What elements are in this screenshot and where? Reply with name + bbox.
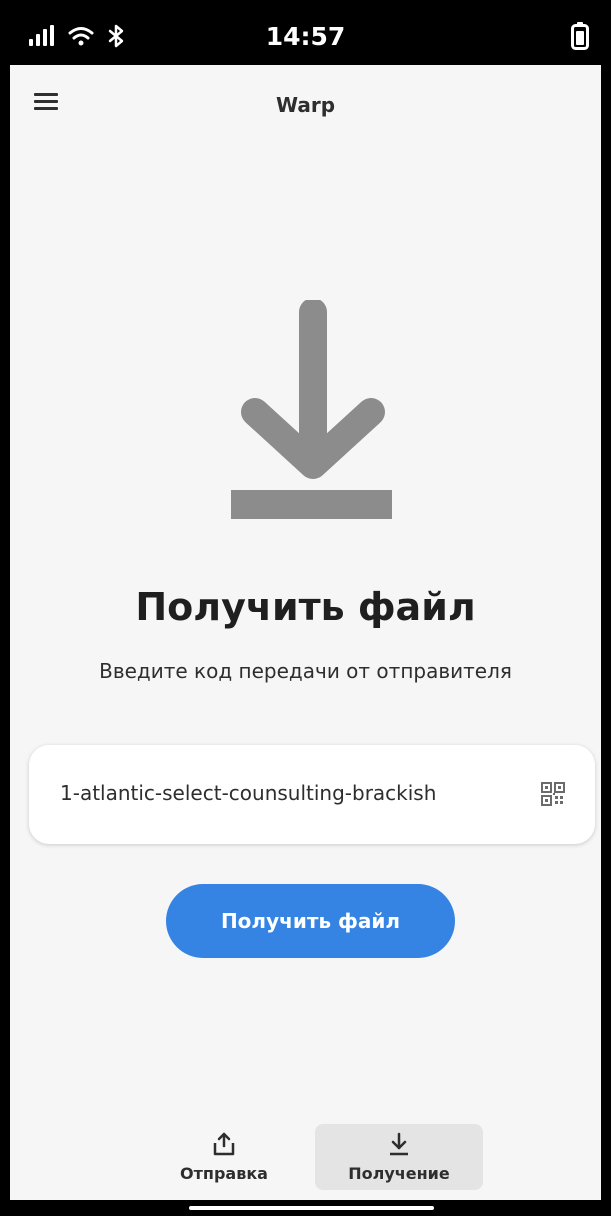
nav-item-receive[interactable]: Получение: [315, 1124, 483, 1190]
header-bar: Warp: [10, 65, 601, 145]
transfer-code-input[interactable]: 1-atlantic-select-counsulting-brackish: [29, 745, 595, 844]
transfer-code-value: 1-atlantic-select-counsulting-brackish: [60, 781, 437, 805]
battery-icon: [571, 22, 589, 54]
page-title: Получить файл: [135, 585, 476, 629]
download-icon: [228, 298, 394, 524]
upload-icon: [213, 1132, 235, 1160]
nav-label-send: Отправка: [180, 1163, 268, 1183]
app-window: Warp Получить файл Введите код передачи …: [10, 65, 601, 1200]
status-time: 14:57: [265, 22, 346, 51]
bottom-nav: Отправка Получение: [10, 1120, 601, 1190]
nav-label-receive: Получение: [348, 1163, 450, 1183]
phone-screen: 14:57 Warp Получить файл Введите код пер…: [0, 0, 611, 1216]
status-bar: 14:57: [10, 10, 601, 65]
qr-code-icon[interactable]: [541, 782, 567, 808]
page-subtitle: Введите код передачи от отправителя: [99, 659, 512, 683]
receive-file-button[interactable]: Получить файл: [166, 884, 455, 958]
home-indicator[interactable]: [189, 1206, 434, 1210]
download-icon: [388, 1132, 410, 1160]
nav-item-send[interactable]: Отправка: [165, 1124, 283, 1190]
app-title: Warp: [275, 93, 336, 117]
